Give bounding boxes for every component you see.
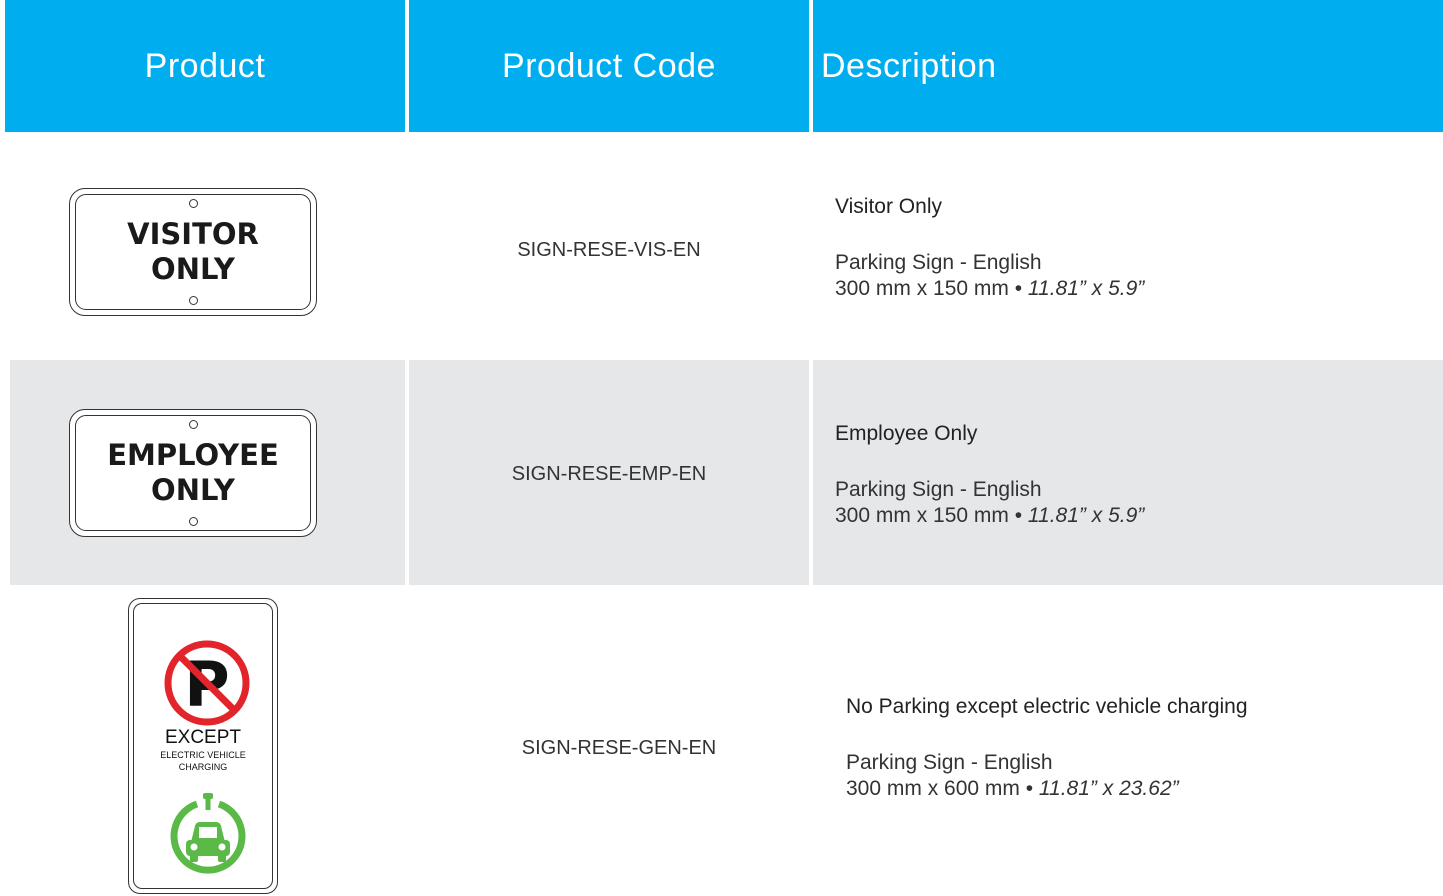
sign-text-line-1: VISITOR: [127, 217, 259, 251]
header-product-label: Product: [144, 46, 266, 85]
size-metric: 300 mm x 600 mm •: [846, 777, 1039, 800]
sign-subtext: ELECTRIC VEHICLE CHARGING: [134, 749, 272, 773]
no-parking-icon: P: [164, 640, 250, 726]
size-imperial: 11.81” x 5.9”: [1027, 277, 1145, 300]
sign-except-text: EXCEPT: [164, 727, 242, 748]
sign-subtext-line-2: CHARGING: [178, 762, 228, 772]
sign-text-line-2: ONLY: [151, 473, 235, 507]
table-row: EMPLOYEE ONLY SIGN-RESE-EMP-EN Employee …: [0, 360, 1443, 585]
product-size: 300 mm x 150 mm • 11.81” x 5.9”: [835, 276, 1144, 302]
product-code: SIGN-RESE-EMP-EN: [511, 463, 707, 485]
size-metric: 300 mm x 150 mm •: [835, 277, 1028, 300]
header-description-label: Description: [821, 46, 997, 85]
product-description: Visitor Only Parking Sign - English 300 …: [835, 194, 1144, 302]
product-size: 300 mm x 150 mm • 11.81” x 5.9”: [835, 503, 1144, 529]
product-title: Employee Only: [835, 422, 978, 445]
header-description: Description: [813, 0, 1443, 132]
product-code: SIGN-RESE-GEN-EN: [521, 737, 717, 759]
mounting-hole-icon: [188, 296, 198, 305]
ev-charging-car-icon: [170, 793, 246, 874]
mounting-hole-icon: [188, 420, 198, 429]
mounting-hole-icon: [188, 517, 198, 526]
product-title: Visitor Only: [835, 195, 942, 218]
product-description: Employee Only Parking Sign - English 300…: [835, 421, 1144, 529]
sign-text-line-2: ONLY: [151, 252, 235, 286]
header-product-code: Product Code: [409, 0, 809, 132]
header-product: Product: [5, 0, 405, 132]
sign-subtext-line-1: ELECTRIC VEHICLE: [160, 750, 246, 760]
product-type: Parking Sign - English: [835, 478, 1042, 501]
mounting-hole-icon: [188, 199, 198, 208]
employee-only-sign-image: EMPLOYEE ONLY: [69, 409, 317, 537]
visitor-only-sign-image: VISITOR ONLY: [69, 188, 317, 316]
product-description: No Parking except electric vehicle charg…: [846, 694, 1248, 802]
table-row: VISITOR ONLY SIGN-RESE-VIS-EN Visitor On…: [0, 132, 1443, 360]
product-title: No Parking except electric vehicle charg…: [846, 695, 1248, 718]
product-code: SIGN-RESE-VIS-EN: [517, 239, 701, 261]
product-size: 300 mm x 600 mm • 11.81” x 23.62”: [846, 776, 1248, 802]
size-imperial: 11.81” x 23.62”: [1038, 777, 1179, 800]
sign-text-line-1: EMPLOYEE: [107, 438, 279, 472]
header-product-code-label: Product Code: [502, 46, 716, 85]
size-imperial: 11.81” x 5.9”: [1027, 504, 1145, 527]
product-type: Parking Sign - English: [835, 251, 1042, 274]
product-type: Parking Sign - English: [846, 751, 1053, 774]
size-metric: 300 mm x 150 mm •: [835, 504, 1028, 527]
ev-charging-sign-image: P EXCEPT ELECTRIC VEHICLE CHARGING: [128, 598, 278, 894]
